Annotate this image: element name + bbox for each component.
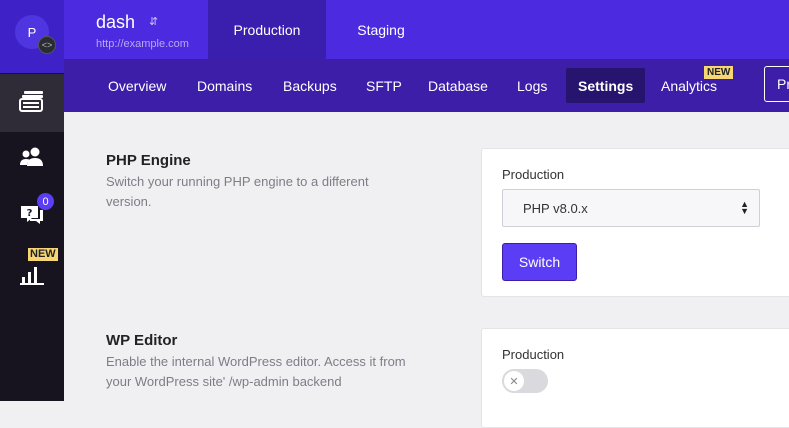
site-url[interactable]: http://example.com: [96, 38, 189, 50]
wp-editor-toggle[interactable]: ✕: [502, 369, 548, 393]
rail-item-help[interactable]: ?: [0, 186, 64, 244]
switch-button[interactable]: Switch: [502, 243, 577, 281]
php-version-select[interactable]: PHP v8.0.x ▲ ▼: [502, 189, 760, 227]
select-arrows-icon: ▲ ▼: [740, 199, 749, 216]
subnav-logs[interactable]: Logs: [517, 59, 547, 112]
wp-editor-card: Production ✕: [481, 328, 789, 428]
wp-editor-description: Enable the internal WordPress editor. Ac…: [106, 354, 406, 389]
rail-item-users[interactable]: [0, 130, 64, 188]
help-count-badge: 0: [37, 193, 54, 210]
site-switch-icon[interactable]: ⇵: [149, 15, 158, 28]
sites-stack-icon: [19, 90, 45, 117]
subnav-domains[interactable]: Domains: [197, 59, 252, 112]
subnav-settings[interactable]: Settings: [566, 68, 646, 103]
site-name[interactable]: dash: [96, 12, 135, 33]
php-engine-description: Switch your running PHP engine to a diff…: [106, 174, 369, 209]
users-icon: [19, 147, 45, 172]
tab-staging[interactable]: Staging: [326, 0, 436, 59]
wp-editor-env-label: Production: [502, 347, 565, 362]
php-engine-card: Production PHP v8.0.x ▲ ▼ Switch: [481, 148, 789, 297]
wp-editor-title: WP Editor: [106, 332, 178, 349]
php-engine-title: PHP Engine: [106, 152, 191, 169]
analytics-new-tag: NEW: [704, 66, 734, 79]
svg-text:?: ?: [27, 208, 33, 219]
subnav-sftp[interactable]: SFTP: [366, 59, 402, 112]
subnav-backups[interactable]: Backups: [283, 59, 337, 112]
settings-subnav: Overview Domains Backups SFTP Database L…: [64, 59, 789, 112]
php-version-value: PHP v8.0.x: [523, 200, 588, 216]
code-arrows-icon[interactable]: <>: [38, 36, 56, 54]
close-icon: ✕: [504, 371, 524, 391]
subnav-database[interactable]: Database: [428, 59, 488, 112]
subnav-overview[interactable]: Overview: [108, 59, 166, 112]
analytics-new-badge: NEW: [28, 248, 58, 261]
tab-production[interactable]: Production: [208, 0, 326, 59]
php-env-label: Production: [502, 167, 565, 182]
left-rail: P <> ? 0 NEW: [0, 0, 64, 401]
bar-chart-icon: [20, 263, 44, 290]
rail-item-sites[interactable]: [0, 74, 64, 132]
more-button[interactable]: Pr: [764, 66, 789, 102]
top-header: dash ⇵ http://example.com Production Sta…: [64, 0, 789, 59]
